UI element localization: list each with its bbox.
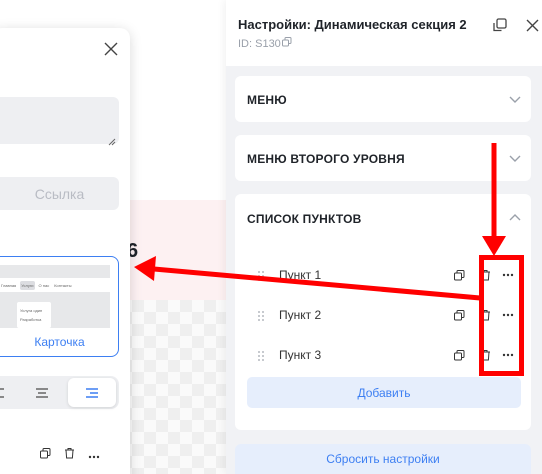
copy-icon[interactable] (452, 308, 466, 322)
card-preview-nav: Главная Услуги О нас Контакты (0, 278, 110, 292)
link-button-label: Ссылка (34, 185, 85, 202)
card-option-label: Карточка (34, 335, 85, 349)
canvas-transparent-area (120, 300, 230, 474)
align-right-button[interactable] (68, 378, 116, 407)
align-center-icon (36, 387, 48, 398)
section-menu-title: МЕНЮ (247, 93, 287, 107)
link-button[interactable]: Ссылка (0, 177, 119, 210)
more-icon[interactable] (88, 446, 100, 464)
card-preview-dropdown: Услуга один Разработка (17, 302, 51, 328)
reset-settings-button[interactable]: Сбросить настройки (235, 444, 531, 474)
section-id-label: ID: S130 (238, 37, 281, 50)
add-item-label: Добавить (357, 385, 411, 400)
card-preview: Главная Услуги О нас Контакты Услуга один Ра… (0, 265, 110, 328)
copy-icon[interactable] (40, 446, 51, 464)
panel-header: Настройки: Динамическая секция 2 ID: S13… (226, 0, 542, 66)
chevron-down-icon[interactable] (508, 92, 522, 106)
card-preview-nav-item: Контакты (54, 282, 72, 288)
close-icon[interactable] (104, 42, 118, 56)
text-field[interactable] (0, 97, 119, 146)
close-panel-icon[interactable] (524, 17, 540, 33)
detach-window-icon[interactable] (492, 17, 508, 33)
alignment-switcher (0, 376, 119, 409)
copy-id-icon[interactable] (281, 37, 292, 50)
settings-panel: Настройки: Динамическая секция 2 ID: S13… (226, 0, 542, 474)
card-style-option[interactable]: Главная Услуги О нас Контакты Услуга один Ра… (0, 256, 119, 357)
section-menu2-title: МЕНЮ ВТОРОГО УРОВНЯ (247, 152, 405, 166)
drag-handle-icon[interactable] (257, 309, 265, 321)
add-item-button[interactable]: Добавить (247, 377, 521, 408)
popup-item-actions (40, 446, 100, 464)
list-item-label: Пункт 2 (279, 308, 322, 322)
card-preview-dropdown-item: Услуга один (20, 308, 43, 313)
trash-icon[interactable] (64, 446, 75, 464)
section-list-title[interactable]: СПИСОК ПУНКТОВ (247, 212, 362, 226)
align-center-button[interactable] (18, 378, 66, 407)
reset-settings-label: Сбросить настройки (326, 452, 440, 466)
card-preview-nav-item: Услуги (20, 280, 35, 290)
section-id: ID: S130 (238, 37, 292, 50)
align-right-icon (86, 387, 98, 398)
list-item-label: Пункт 1 (279, 268, 322, 282)
copy-icon[interactable] (452, 348, 466, 362)
list-item-label: Пункт 3 (279, 348, 322, 362)
panel-title: Настройки: Динамическая секция 2 (238, 17, 467, 32)
card-preview-dropdown-item: Разработка (20, 317, 42, 322)
resize-grip-icon[interactable] (108, 133, 116, 146)
card-preview-nav-item: О нас (38, 282, 50, 288)
annotation-highlight-box (479, 255, 524, 376)
card-preview-nav-item: Главная (1, 282, 17, 288)
drag-handle-icon[interactable] (257, 349, 265, 361)
align-left-icon (0, 387, 4, 398)
drag-handle-icon[interactable] (257, 269, 265, 281)
chevron-up-icon[interactable] (508, 210, 522, 224)
section-menu-second-level[interactable]: МЕНЮ ВТОРОГО УРОВНЯ (235, 135, 531, 181)
copy-icon[interactable] (452, 268, 466, 282)
section-menu[interactable]: МЕНЮ (235, 76, 531, 122)
chevron-down-icon[interactable] (508, 151, 522, 165)
